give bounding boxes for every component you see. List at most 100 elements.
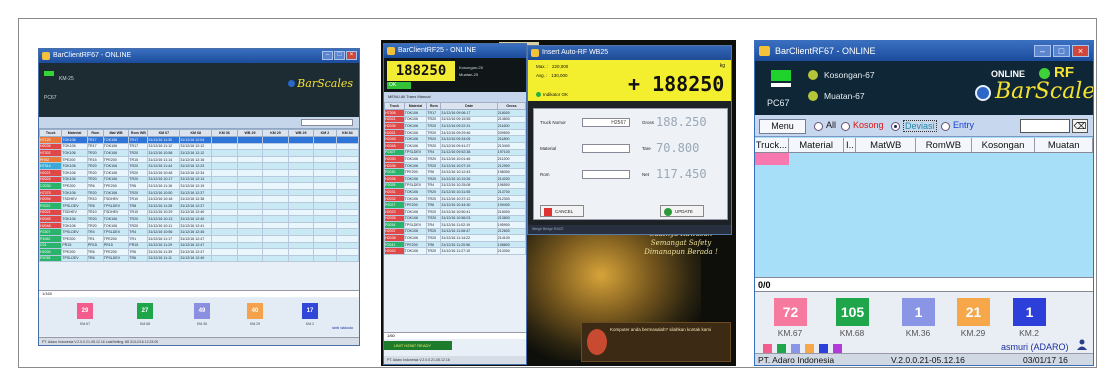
column-header[interactable]: RomWB [916,138,972,152]
table-row[interactable]: P2022 TPSLDEV TR8 TPSLDEV TR8 31/12/16 11:28 3… [39,201,359,210]
clear-search-icon[interactable]: ⌫ [1072,119,1088,133]
table-row[interactable]: C01 PR15 PR15 PR15 PR15 31/12/16 11:29 31/12/1… [39,241,359,250]
column-header[interactable]: Rom [86,129,104,137]
radio-entry-label[interactable]: Entry [953,120,974,130]
column-header[interactable]: Kosongan [972,138,1036,152]
counter-tile[interactable]: 1 [902,298,935,326]
column-header[interactable]: WB 29 [236,129,264,137]
column-header[interactable]: Truck [39,129,63,137]
radio-entry[interactable] [941,122,950,131]
color-swatch[interactable] [819,344,828,353]
table-row[interactable]: H7120 TOK106 TR17 TOK106 TR17 31/12/16 11:30 3… [39,136,359,144]
color-swatch[interactable] [777,344,786,353]
table-row[interactable]: H2021 TOK106 TR20 TOK106 TR20 31/12/16 10:48 3… [39,168,359,177]
update-button[interactable]: UPDATE [660,205,704,217]
column-header[interactable]: KM 84 [335,129,359,137]
title-bar[interactable]: BarClientRF67 - ONLINE – □ × [39,49,359,63]
counter-tile[interactable]: 105 [836,298,869,326]
cancel-button[interactable]: CANCEL [540,205,584,217]
counter-tile[interactable]: 72 [774,298,807,326]
column-header[interactable]: KM 67 [147,129,181,137]
table-row[interactable]: P2027 TPE200 TR6 31/12/16 10:44:30 199400 [384,201,526,209]
column-header[interactable]: KM 36 [211,129,238,137]
table-row[interactable]: H2038 TOK106 TR20 31/12/16 11:14:22 214100 [384,234,526,242]
color-swatch[interactable] [763,344,772,353]
selected-row-marker[interactable] [755,153,789,165]
column-header[interactable]: Truck... [755,138,789,152]
table-row[interactable]: H2024 TOK106 TR20 TOK106 TR20 31/12/16 10:17 3… [39,175,359,184]
table-row[interactable]: H2045 TOK106 TR20 31/12/16 09:34:05 211800 [384,135,526,143]
table-row[interactable]: H2048 TOK106 TR20 31/12/16 09:41:27 213400 [384,141,526,150]
radio-all-label[interactable]: All [826,120,836,130]
search-input[interactable] [1020,119,1070,133]
table-row[interactable]: H2037 TOK106 TR20 31/12/16 11:08:47 212600 [384,227,526,236]
table-row[interactable]: H2021 TOK106 TR20 31/12/16 09:29:46 209500 [384,128,526,137]
counter-tile[interactable]: 29 [77,303,93,319]
column-header[interactable]: I.. [844,138,857,152]
column-header[interactable]: MatWB [856,138,917,152]
table-row[interactable]: H7306 TOK106 TR17 31/12/16 09:06:17 218000 [384,109,526,117]
table-row[interactable]: P2307 TPSLDEV TR4 TPSLDEV TR4 31/12/16 10:56 3… [39,228,359,236]
table-row[interactable]: H2030 TOK106 TR20 31/12/16 10:01:46 211200 [384,155,526,163]
column-header[interactable]: Material [789,138,845,152]
column-header[interactable]: Mat WB [102,129,130,137]
column-header[interactable]: KM 68 [179,129,213,137]
color-swatch[interactable] [833,344,842,353]
table-row[interactable]: H2042 TOK106 TR20 31/12/16 11:27:10 213300 [384,247,526,256]
radio-deviasi[interactable] [891,122,900,131]
truck-input[interactable]: H2567 [582,118,630,127]
counter-tile[interactable]: 40 [247,303,263,319]
maximize-button[interactable]: □ [334,51,345,60]
color-swatch[interactable] [791,344,800,353]
table-row[interactable]: P1062 TPE200 TR1 TPE200 TR1 31/12/16 11:17 31/… [39,234,359,243]
table-row[interactable]: PH02 TPE200 TR15 TPE200 TR15 31/12/16 11:14 31… [39,155,359,164]
table-row[interactable]: P2041 TPE200 TR6 31/12/16 11:20:56 198800 [384,240,526,249]
radio-all[interactable] [814,122,823,131]
table-row[interactable]: H2032 TOK106 TR20 31/12/16 10:37:12 212300 [384,194,526,203]
table-row[interactable]: H2021 TSDHEV TR10 TSDHEV TR10 31/12/16 10:29 3… [39,208,359,217]
table-row[interactable]: H7375 TOK106 TR20 TOK106 TR20 31/12/16 10:50 3… [39,188,359,197]
title-bar[interactable]: BarClientRF67 - ONLINE – □ × [755,41,1093,61]
close-button[interactable]: × [1072,45,1089,57]
title-bar[interactable]: BarClientRF25 - ONLINE [384,44,526,58]
table-row[interactable]: H2023 TOK106 TR20 31/12/16 10:50:41 215000 [384,207,526,216]
table-row[interactable]: P2035 TPSLDEV TR6 TPSLDEV TR6 31/12/16 11:11 3… [39,254,359,263]
column-header[interactable]: WB 29 [287,129,315,137]
table-row[interactable]: P2030 TPE200 TR6 31/12/16 10:12:43 198300 [384,168,526,176]
radio-kosong[interactable] [841,122,850,131]
table-row[interactable]: H2035 TOK106 TR20 31/12/16 09:22:31 211600 [384,122,526,130]
material-select[interactable] [582,144,630,153]
table-row[interactable]: C2030 TPE200 TR6 TPE200 TR6 31/12/16 11:16 31/… [39,182,359,190]
table-row[interactable]: P2034 TPSLDEV TR4 31/12/16 11:02:19 195900 [384,221,526,229]
counter-tile[interactable]: 21 [957,298,990,326]
table-row[interactable]: P2029 TPSLDEV TR4 31/12/16 10:25:08 196500 [384,181,526,190]
minimize-button[interactable]: – [322,51,333,60]
counter-tile[interactable]: 1 [1013,298,1046,326]
table-row[interactable]: H2094 TSDHEV TR10 TSDHEV TR10 31/12/16 10:18 3… [39,195,359,203]
column-header[interactable]: Material [61,129,88,137]
table-row[interactable]: H2031 TOK106 TR20 31/12/16 10:31:55 213700 [384,188,526,196]
close-button[interactable]: × [346,51,357,60]
counter-tile[interactable]: 17 [302,303,318,319]
column-header[interactable]: KM 29 [262,129,289,137]
radio-deviasi-label[interactable]: Deviasi [903,120,937,132]
minimize-button[interactable]: – [1034,45,1051,57]
table-row[interactable]: H2048 TOK106 TR20 TOK106 TR20 31/12/16 10:11 3… [39,221,359,230]
table-row[interactable]: H7302 TOK106 TR20 TOK106 TR20 31/12/16 10:58 3… [39,149,359,157]
table-row[interactable]: H2036 TOK106 TR20 31/12/16 10:19:26 214200 [384,174,526,183]
color-swatch[interactable] [805,344,814,353]
table-row[interactable]: H2036 TOK106 TR20 31/12/16 10:07:19 212900 [384,161,526,170]
column-header[interactable]: KM 2 [313,129,337,137]
rom-select[interactable] [582,170,630,179]
table-row[interactable]: H7314 TOK106 TR20 TOK106 TR20 31/12/16 11:44 3… [39,162,359,170]
radio-kosong-label[interactable]: Kosong [853,120,884,130]
column-header[interactable]: Muatan [1035,138,1093,152]
table-row[interactable]: H2030 TPE200 TR6 TPE200 TR6 31/12/16 11:39 31/… [39,248,359,256]
table-row[interactable]: H2045 TOK106 TR20 TOK106 TR20 31/12/16 10:13 3… [39,215,359,223]
table-row[interactable]: H2036 TOK106 TR17 TOK106 TR17 31/12/16 11:12 3… [39,142,359,151]
menu-bar[interactable]: MENU All Trans Manual [384,92,526,102]
maximize-button[interactable]: □ [1053,45,1070,57]
counter-tile[interactable]: 49 [194,303,210,319]
column-header[interactable]: Rom WB [128,129,149,137]
dialog-title-bar[interactable]: Insert Auto-RF WB25 [528,46,731,60]
